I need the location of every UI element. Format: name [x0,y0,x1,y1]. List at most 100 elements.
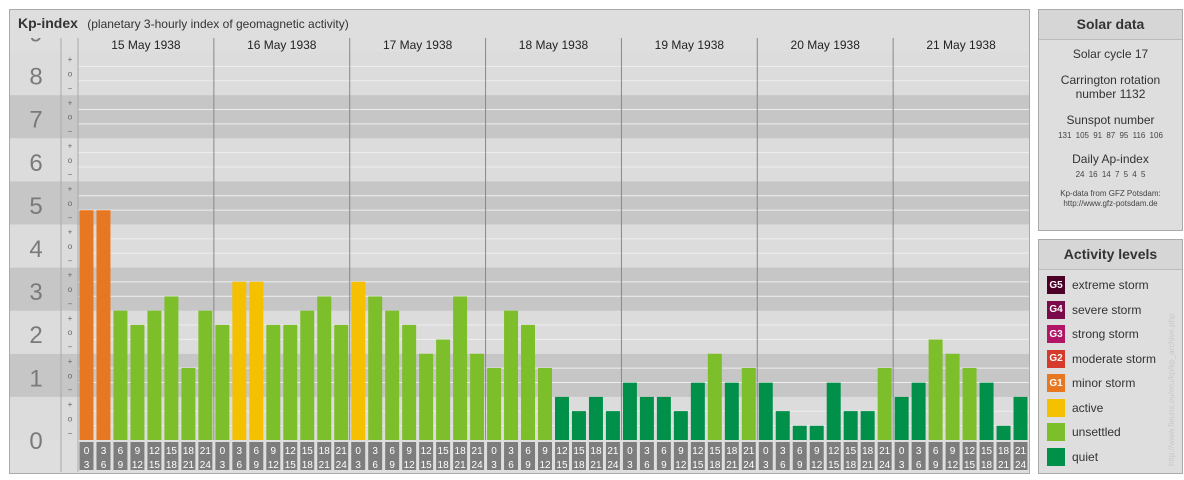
band [10,181,1029,225]
kp-bar [860,411,875,440]
interval-end-label: 3 [491,460,497,471]
interval-start-label: 9 [814,446,820,457]
interval-end-label: 15 [149,460,161,471]
y-tick-label: 5 [29,193,42,220]
legend-label: moderate storm [1072,351,1157,366]
legend-swatch: G1 [1047,374,1065,392]
interval-end-label: 24 [1015,460,1027,471]
interval-end-label: 6 [237,460,243,471]
minor-tick-label: o [68,113,73,122]
credit-line1: Kp-data from GFZ Potsdam: [1060,189,1161,198]
interval-end-label: 24 [472,460,484,471]
kp-bar [555,396,569,440]
kp-bar [470,353,485,440]
minor-tick-label: o [68,199,73,208]
interval-end-label: 15 [828,460,840,471]
interval-end-label: 3 [355,460,361,471]
kp-bar [521,324,536,440]
interval-end-label: 9 [254,460,260,471]
interval-end-label: 12 [404,460,416,471]
interval-start-label: 15 [981,446,993,457]
interval-end-label: 15 [964,460,976,471]
interval-end-label: 9 [797,460,803,471]
interval-end-label: 24 [200,460,212,471]
kp-bar [622,382,637,440]
legend-swatch: G5 [1047,276,1065,294]
minor-tick-label: − [68,299,73,308]
interval-start-label: 0 [763,446,769,457]
minor-tick-label: o [68,285,73,294]
interval-start-label: 21 [336,446,348,457]
legend-label: severe storm [1072,302,1142,317]
interval-start-label: 15 [302,446,314,457]
kp-bar [571,411,586,440]
minor-tick-label: o [68,414,73,423]
interval-end-label: 24 [879,460,891,471]
interval-start-label: 9 [135,446,141,457]
interval-start-label: 21 [472,446,484,457]
interval-start-label: 15 [709,446,721,457]
interval-start-label: 21 [1015,446,1027,457]
interval-end-label: 18 [438,460,450,471]
minor-tick-label: + [68,400,73,409]
sunspot-values: 131 105 91 87 95 116 106 [1058,131,1163,140]
ap-label: Daily Ap-index [1072,152,1149,166]
legend-label: quiet [1072,449,1099,464]
interval-end-label: 12 [268,460,280,471]
kp-bar [673,411,688,440]
legend-label: strong storm [1072,327,1139,341]
legend-label: unsettled [1072,425,1121,439]
kp-bar [588,396,603,440]
interval-start-label: 18 [590,446,602,457]
y-tick-label: 6 [29,150,42,177]
minor-tick-label: − [68,343,73,352]
kp-bar [198,310,213,440]
legend-label: active [1072,400,1104,415]
kp-bar [928,339,943,440]
kp-bar [419,353,434,440]
interval-end-label: 3 [763,460,769,471]
legend-item: quiet [1047,447,1098,467]
legend-swatch: G4 [1047,300,1065,319]
kp-bar [453,296,468,440]
kp-bar [283,324,298,440]
legend-swatch [1047,447,1065,466]
legend-label: minor storm [1072,376,1136,390]
kp-bar [741,368,756,440]
chart-subtitle: (planetary 3-hourly index of geomagnetic… [87,17,349,31]
interval-end-label: 24 [336,460,348,471]
legend-label: extreme storm [1072,278,1149,292]
interval-start-label: 0 [491,446,497,457]
interval-start-label: 12 [285,446,297,457]
day-label: 17 May 1938 [383,38,453,52]
minor-tick-label: − [68,170,73,179]
interval-start-label: 3 [508,446,514,457]
kp-bar [368,296,383,440]
interval-start-label: 6 [525,446,531,457]
interval-end-label: 15 [556,460,568,471]
day-label: 15 May 1938 [111,38,181,52]
interval-end-label: 18 [302,460,314,471]
kp-bar [724,382,739,440]
minor-tick-label: + [68,314,73,323]
kp-bar [894,396,909,440]
interval-start-label: 0 [627,446,633,457]
interval-end-label: 6 [101,460,107,471]
kp-bar-chart: +o−+o−+o−+o−+o−+o−+o−+o−+o−012345678915 … [10,38,1029,472]
interval-end-label: 3 [627,460,633,471]
day-label: 19 May 1938 [655,38,725,52]
solar-data-panel: Solar data Solar cycle 17 Carrington rot… [1038,9,1183,231]
carrington-line1: Carrington rotation [1060,73,1161,87]
kp-bar [605,411,620,440]
interval-end-label: 9 [933,460,939,471]
band [10,396,1029,440]
interval-start-label: 12 [149,446,161,457]
band [10,138,1029,182]
band [10,224,1029,268]
kp-bar [164,296,179,440]
minor-tick-label: + [68,357,73,366]
interval-end-label: 6 [644,460,650,471]
interval-start-label: 18 [183,446,195,457]
interval-start-label: 15 [845,446,857,457]
kp-bar [249,281,264,440]
